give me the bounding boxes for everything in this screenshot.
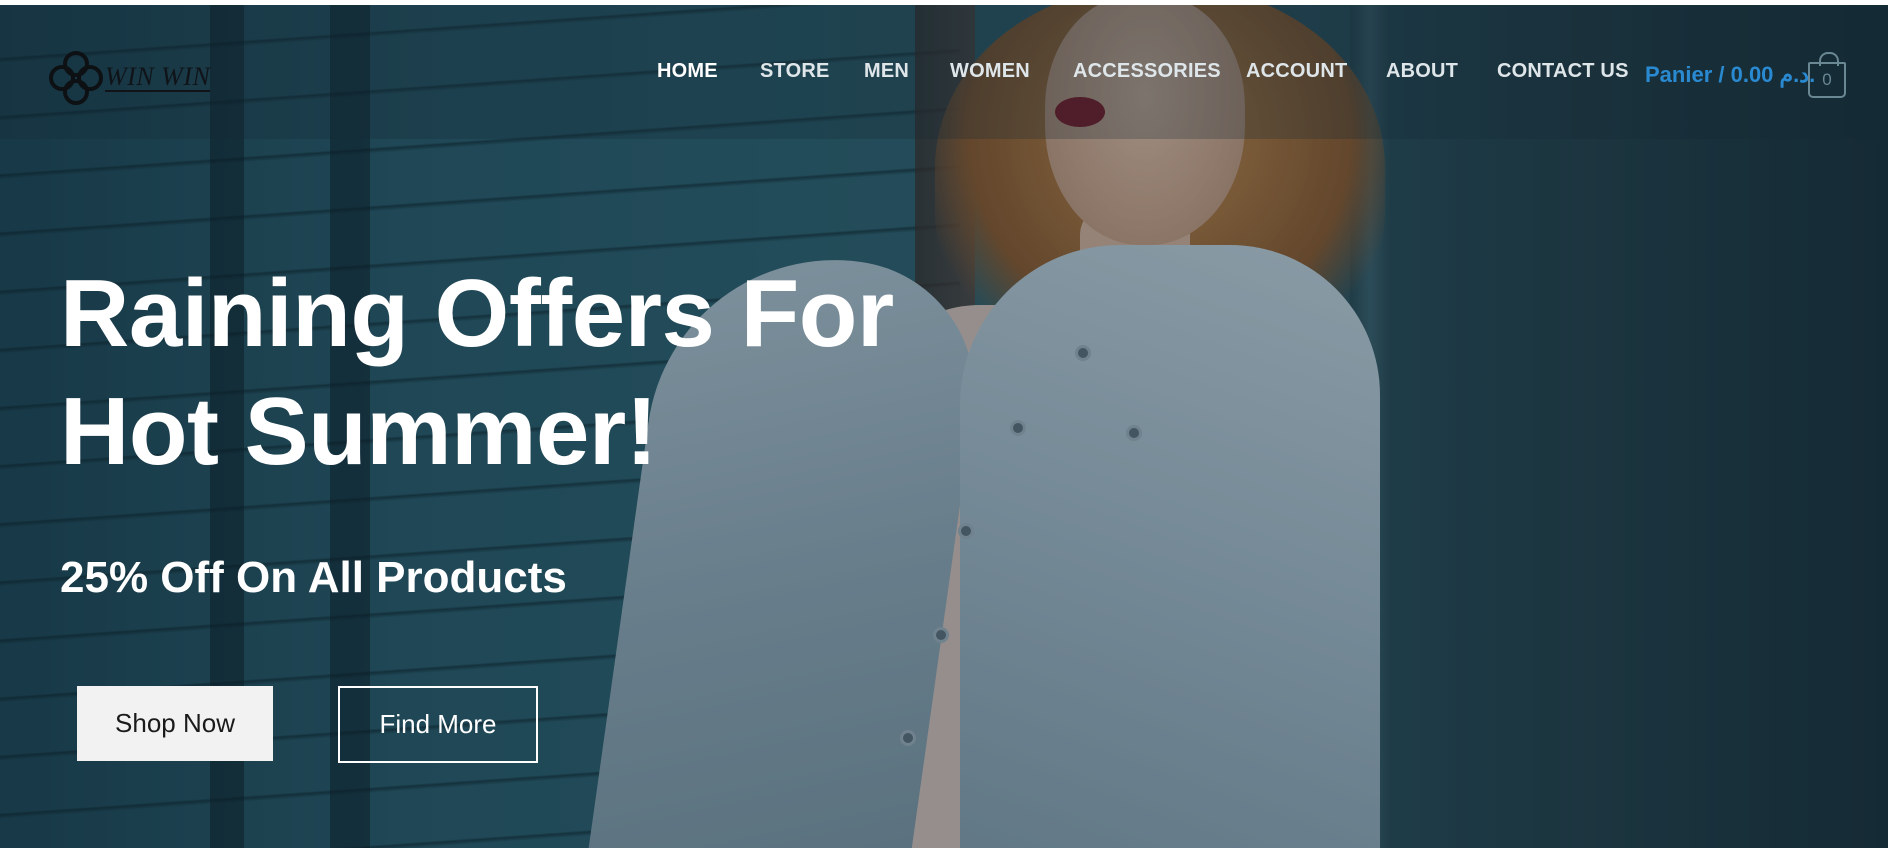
- hero-headline-line2: Hot Summer!: [60, 378, 658, 485]
- cart-count: 0: [1822, 70, 1832, 89]
- shop-now-button[interactable]: Shop Now: [77, 686, 273, 761]
- nav-item-about[interactable]: ABOUT: [1386, 60, 1458, 83]
- nav-item-home[interactable]: HOME: [657, 60, 718, 83]
- nav-item-men[interactable]: MEN: [864, 60, 909, 83]
- nav-item-account[interactable]: ACCOUNT: [1246, 60, 1347, 83]
- cart-total[interactable]: Panier / 0.00 د.م.: [1645, 62, 1815, 88]
- site-header: WIN WIN HOME STORE MEN WOMEN ACCESSORIES…: [0, 5, 1888, 139]
- find-more-button[interactable]: Find More: [338, 686, 538, 763]
- nav-item-contact-us[interactable]: CONTACT US: [1497, 60, 1629, 83]
- hero-subheadline: 25% Off On All Products: [60, 553, 567, 602]
- nav-item-women[interactable]: WOMEN: [950, 60, 1030, 83]
- shopping-bag-icon[interactable]: 0: [1808, 52, 1846, 98]
- main-navigation: HOME STORE MEN WOMEN ACCESSORIES ACCOUNT…: [0, 60, 1888, 88]
- nav-item-accessories[interactable]: ACCESSORIES: [1073, 60, 1221, 83]
- hero-headline-line1: Raining Offers For: [60, 260, 894, 367]
- hero-headline: Raining Offers For Hot Summer!: [60, 255, 960, 491]
- nav-item-store[interactable]: STORE: [760, 60, 830, 83]
